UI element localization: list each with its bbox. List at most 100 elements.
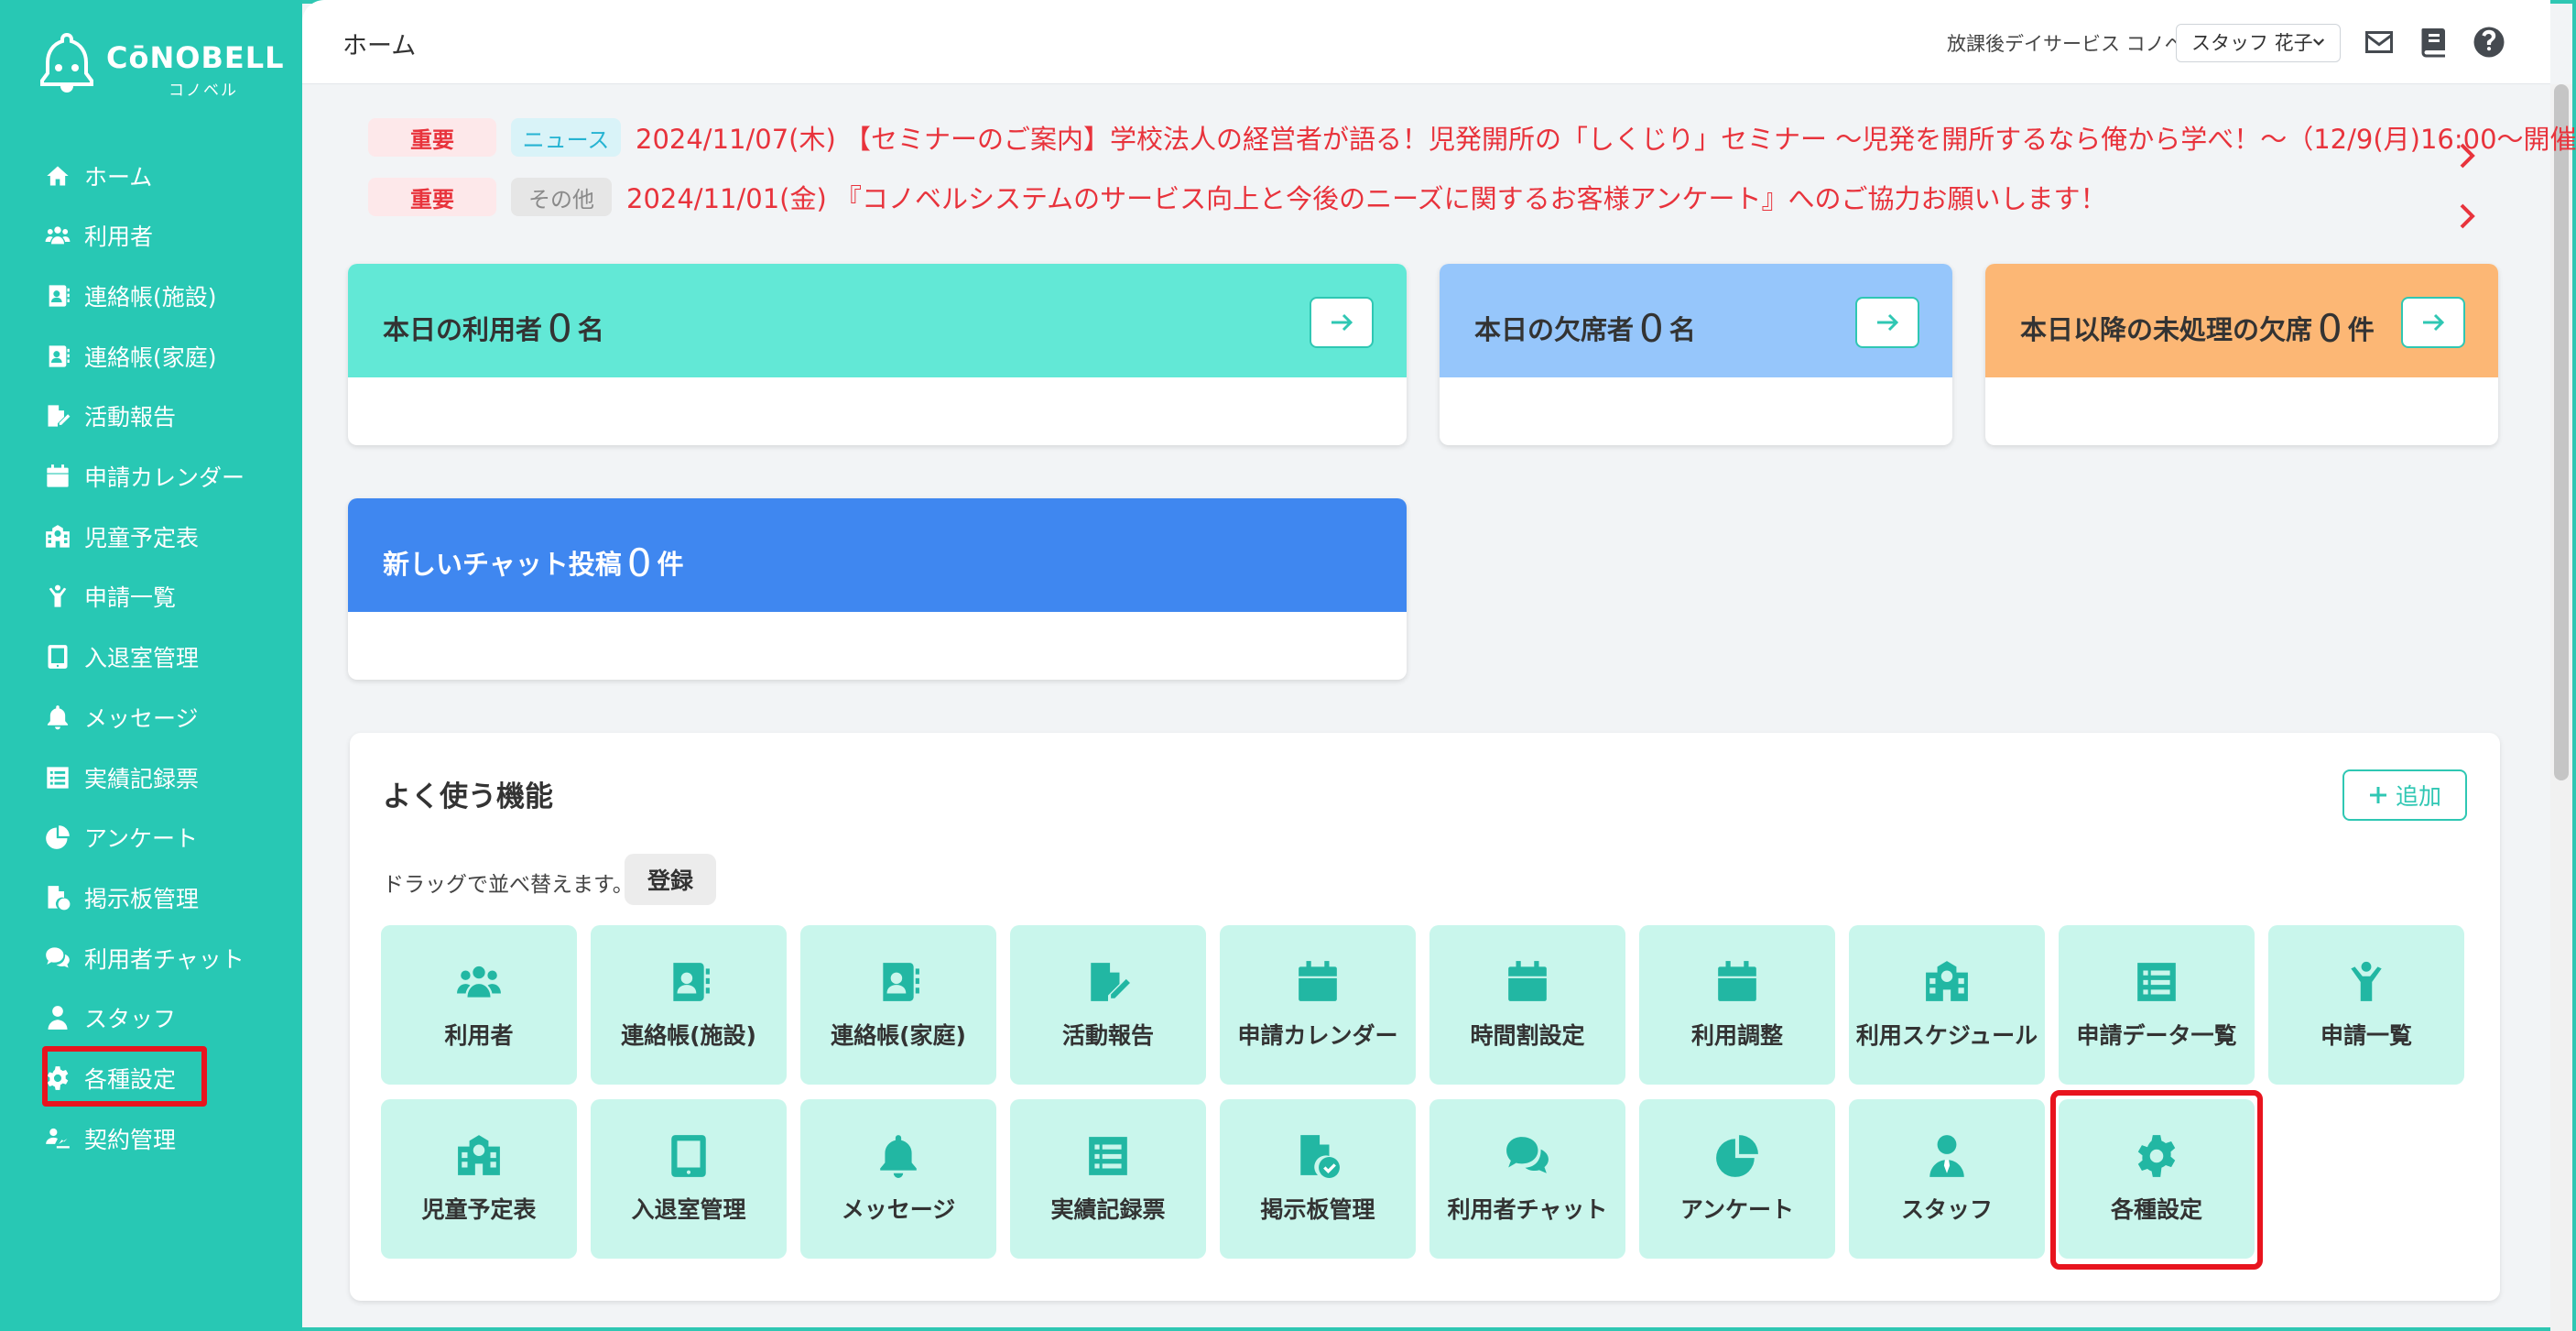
favorite-tile-performance-record[interactable]: 実績記録票 bbox=[1010, 1099, 1206, 1259]
help-icon[interactable] bbox=[2473, 26, 2505, 59]
sidebar-item-label: 入退室管理 bbox=[84, 645, 200, 671]
card-label: 本日以降の未処理の欠席 0 件 bbox=[2020, 306, 2375, 351]
tile-label: 利用者チャット bbox=[1447, 1196, 1608, 1223]
tile-label: 掲示板管理 bbox=[1260, 1196, 1375, 1223]
tile-label: 連絡帳(家庭) bbox=[831, 1022, 966, 1049]
tablet-icon bbox=[44, 643, 71, 671]
staff-select[interactable]: スタッフ 花子 bbox=[2176, 24, 2341, 62]
sidebar-item-users[interactable]: 利用者 bbox=[44, 206, 291, 265]
logo[interactable]: CōNOBELL コノベル bbox=[40, 33, 283, 100]
scrollbar[interactable] bbox=[2550, 84, 2572, 1331]
tile-label: アンケート bbox=[1679, 1196, 1794, 1223]
calendar-icon bbox=[44, 463, 71, 490]
sidebar-item-label: 掲示板管理 bbox=[84, 886, 200, 912]
sidebar-item-label: 申請カレンダー bbox=[84, 464, 245, 491]
mail-icon[interactable] bbox=[2363, 26, 2396, 59]
staff-select-value: スタッフ 花子 bbox=[2191, 32, 2313, 54]
tile-label: スタッフ bbox=[1900, 1196, 1993, 1223]
sidebar-item-performance-record[interactable]: 実績記録票 bbox=[44, 748, 291, 807]
favorite-tile-request-calendar[interactable]: 申請カレンダー bbox=[1220, 925, 1416, 1085]
contact-book-icon bbox=[44, 282, 71, 310]
contact-book-icon bbox=[875, 959, 922, 1005]
settings-tile-highlight-box bbox=[2050, 1090, 2263, 1270]
sidebar: CōNOBELL コノベル ホーム 利用者 連絡帳(施設) 連絡帳(家庭) 活動… bbox=[0, 0, 302, 1331]
sidebar-item-message[interactable]: メッセージ bbox=[44, 688, 291, 747]
bell-icon bbox=[44, 704, 71, 731]
card-header: 本日の欠席者 0 名 bbox=[1440, 264, 1952, 377]
sidebar-item-label: 利用者 bbox=[84, 224, 154, 250]
favorite-tile-child-schedule[interactable]: 児童予定表 bbox=[381, 1099, 577, 1259]
chevron-right-icon[interactable] bbox=[2454, 139, 2482, 172]
sidebar-item-contract[interactable]: 契約管理 bbox=[44, 1109, 291, 1168]
sidebar-item-request-calendar[interactable]: 申請カレンダー bbox=[44, 447, 291, 506]
favorite-tile-entry-exit[interactable]: 入退室管理 bbox=[591, 1099, 787, 1259]
card-label: 本日の利用者 0 名 bbox=[383, 306, 604, 351]
list-icon bbox=[44, 764, 71, 791]
category-badge: ニュース bbox=[511, 118, 621, 157]
favorites-panel: よく使う機能 追加 ドラッグで並べ替えます。 登録 利用者 連絡帳(施設) 連絡… bbox=[350, 733, 2500, 1301]
news-text[interactable]: 2024/11/07(木) 【セミナーのご案内】学校法人の経営者が語る！児発開所… bbox=[636, 118, 2576, 157]
arrow-right-button[interactable] bbox=[1855, 297, 1919, 348]
scrollbar-thumb[interactable] bbox=[2554, 84, 2569, 780]
tile-label: 活動報告 bbox=[1061, 1022, 1154, 1049]
favorite-tile-usage-adjust[interactable]: 利用調整 bbox=[1639, 925, 1835, 1085]
sidebar-item-request-list[interactable]: 申請一覧 bbox=[44, 567, 291, 626]
news-item[interactable]: 重要 ニュース 2024/11/07(木) 【セミナーのご案内】学校法人の経営者… bbox=[368, 117, 2576, 158]
tile-label: 実績記録票 bbox=[1050, 1196, 1166, 1223]
arrow-right-button[interactable] bbox=[2401, 297, 2465, 348]
sidebar-item-home[interactable]: ホーム bbox=[44, 147, 291, 205]
tile-label: 申請一覧 bbox=[2320, 1022, 2412, 1049]
favorite-tile-bulletin[interactable]: 掲示板管理 bbox=[1220, 1099, 1416, 1259]
plus-icon bbox=[2369, 787, 2386, 803]
sidebar-item-label: 活動報告 bbox=[84, 404, 177, 431]
bell-icon bbox=[875, 1133, 922, 1179]
sidebar-item-user-chat[interactable]: 利用者チャット bbox=[44, 929, 291, 987]
favorite-tile-message[interactable]: メッセージ bbox=[800, 1099, 996, 1259]
sidebar-item-label: 契約管理 bbox=[84, 1127, 177, 1153]
sidebar-item-label: 実績記録票 bbox=[84, 766, 200, 792]
news-text[interactable]: 2024/11/01(金) 『コノベルシステムのサービス向上と今後のニーズに関す… bbox=[626, 178, 2107, 216]
priority-badge: 重要 bbox=[368, 118, 496, 157]
sidebar-item-contact-home[interactable]: 連絡帳(家庭) bbox=[44, 327, 291, 386]
favorite-tile-request-list[interactable]: 申請一覧 bbox=[2268, 925, 2464, 1085]
favorites-title: よく使う機能 bbox=[383, 780, 553, 813]
sidebar-item-child-schedule[interactable]: 児童予定表 bbox=[44, 507, 291, 566]
sidebar-item-label: メッセージ bbox=[84, 705, 199, 732]
tile-label: 連絡帳(施設) bbox=[621, 1022, 756, 1049]
card-count: 0 bbox=[2318, 306, 2342, 351]
favorite-tile-activity-report[interactable]: 活動報告 bbox=[1010, 925, 1206, 1085]
staff-icon bbox=[44, 1004, 71, 1031]
arrow-right-button[interactable] bbox=[1310, 297, 1374, 348]
top-bar: ホーム 放課後デイサービス コノベル スタッフ 花子 bbox=[302, 0, 2550, 84]
favorite-tile-contact-home[interactable]: 連絡帳(家庭) bbox=[800, 925, 996, 1085]
manual-book-icon[interactable] bbox=[2418, 26, 2451, 59]
calendar-icon bbox=[1504, 959, 1551, 1005]
school-icon bbox=[1923, 959, 1971, 1005]
register-button[interactable]: 登録 bbox=[625, 854, 716, 905]
favorite-tile-usage-schedule[interactable]: 利用スケジュール bbox=[1849, 925, 2045, 1085]
chevron-right-icon[interactable] bbox=[2454, 200, 2482, 233]
sidebar-item-bulletin[interactable]: 掲示板管理 bbox=[44, 868, 291, 927]
calendar-icon bbox=[1713, 959, 1761, 1005]
add-favorite-button[interactable]: 追加 bbox=[2342, 769, 2467, 821]
brand-name: CōNOBELL bbox=[106, 40, 285, 75]
favorite-tile-timetable[interactable]: 時間割設定 bbox=[1429, 925, 1625, 1085]
sidebar-item-activity-report[interactable]: 活動報告 bbox=[44, 387, 291, 445]
new-chat-card[interactable]: 新しいチャット投稿 0 件 bbox=[348, 498, 1407, 680]
favorite-tile-users[interactable]: 利用者 bbox=[381, 925, 577, 1085]
tile-label: メッセージ bbox=[841, 1196, 956, 1223]
brand-sub: コノベル bbox=[168, 82, 238, 100]
pie-chart-icon bbox=[1713, 1133, 1761, 1179]
sidebar-item-entry-exit[interactable]: 入退室管理 bbox=[44, 627, 291, 686]
tile-label: 利用調整 bbox=[1690, 1022, 1783, 1049]
favorite-tile-user-chat[interactable]: 利用者チャット bbox=[1429, 1099, 1625, 1259]
favorite-tile-survey[interactable]: アンケート bbox=[1639, 1099, 1835, 1259]
sidebar-item-survey[interactable]: アンケート bbox=[44, 808, 291, 867]
favorite-tile-request-data-list[interactable]: 申請データ一覧 bbox=[2059, 925, 2255, 1085]
news-item[interactable]: 重要 その他 2024/11/01(金) 『コノベルシステムのサービス向上と今後… bbox=[368, 177, 2107, 217]
today-users-card: 本日の利用者 0 名 bbox=[348, 264, 1407, 445]
favorite-tile-contact-facility[interactable]: 連絡帳(施設) bbox=[591, 925, 787, 1085]
sidebar-item-contact-facility[interactable]: 連絡帳(施設) bbox=[44, 267, 291, 325]
favorite-tile-staff[interactable]: スタッフ bbox=[1849, 1099, 2045, 1259]
sidebar-item-staff[interactable]: スタッフ bbox=[44, 988, 291, 1047]
